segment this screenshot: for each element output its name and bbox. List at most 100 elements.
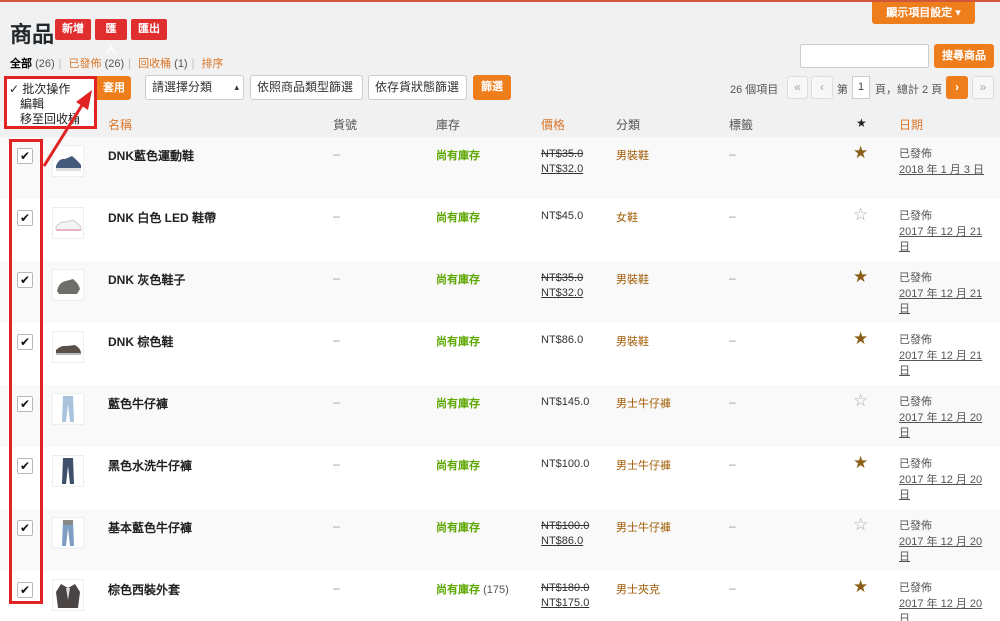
row-checkbox[interactable]: ✔ xyxy=(17,520,33,536)
sale-price: NT$175.0 xyxy=(541,597,590,609)
product-thumbnail[interactable] xyxy=(52,331,84,363)
product-category-link[interactable]: 男士牛仔褲 xyxy=(616,457,671,473)
table-row: ✔ DNK 白色 LED 鞋帶 – 尚有庫存 NT$45.0 女鞋 – ☆ 已發佈 2017 年… xyxy=(0,199,1000,261)
product-price: NT$100.0 xyxy=(541,457,589,472)
featured-star-icon[interactable]: ☆ xyxy=(853,516,868,534)
next-page-button[interactable]: › xyxy=(946,76,968,99)
product-category-link[interactable]: 男士牛仔褲 xyxy=(616,519,671,535)
stock-status-text: 尚有庫存 xyxy=(436,274,480,286)
table-row: ✔ DNK 灰色鞋子 – 尚有庫存 NT$35.0 NT$32.0 男裝鞋 – ★ 已發佈 201… xyxy=(0,261,1000,323)
row-checkbox[interactable]: ✔ xyxy=(17,582,33,598)
featured-star-icon[interactable]: ★ xyxy=(853,454,868,472)
product-name-link[interactable]: DNK 棕色鞋 xyxy=(108,333,173,350)
product-thumbnail[interactable] xyxy=(52,207,84,239)
stock-status: 尚有庫存 xyxy=(436,333,480,349)
row-checkbox[interactable]: ✔ xyxy=(17,148,33,164)
sale-price: NT$32.0 xyxy=(541,163,584,175)
product-category-link[interactable]: 男裝鞋 xyxy=(616,271,649,287)
stock-status-text: 尚有庫存 xyxy=(436,150,480,162)
view-published-link[interactable]: 已發佈 xyxy=(69,58,102,70)
col-date[interactable]: 日期 xyxy=(899,116,923,133)
featured-star-icon[interactable]: ☆ xyxy=(853,392,868,410)
row-checkbox[interactable]: ✔ xyxy=(17,334,33,350)
publish-date: 2017 年 12 月 20 日 xyxy=(899,411,983,440)
publish-status: 已發佈 xyxy=(899,396,932,408)
view-all-link[interactable]: 全部 xyxy=(10,58,32,70)
current-page-input[interactable]: 1 xyxy=(852,76,870,99)
product-name-link[interactable]: DNK 白色 LED 鞋帶 xyxy=(108,209,216,226)
category-select[interactable]: 請選擇分類 ▴ xyxy=(145,75,244,100)
filter-button[interactable]: 篩選 xyxy=(473,75,511,100)
product-thumbnail[interactable] xyxy=(52,455,84,487)
publish-date: 2017 年 12 月 20 日 xyxy=(899,597,983,621)
screen-options-button[interactable]: 顯示項目設定 ▾ xyxy=(872,2,975,24)
top-accent-line xyxy=(0,0,1000,2)
add-product-button[interactable]: 新增 xyxy=(55,19,91,40)
product-tags: – xyxy=(729,271,736,285)
product-type-select-value: 依照商品類型篩選 xyxy=(257,80,354,94)
publish-status: 已發佈 xyxy=(899,334,932,346)
product-category-link[interactable]: 男士牛仔褲 xyxy=(616,395,671,411)
product-category-link[interactable]: 男裝鞋 xyxy=(616,147,649,163)
product-price: NT$45.0 xyxy=(541,209,583,224)
stock-qty: (175) xyxy=(483,584,509,596)
product-name-link[interactable]: 棕色西裝外套 xyxy=(108,581,180,598)
row-checkbox[interactable]: ✔ xyxy=(17,272,33,288)
featured-star-icon[interactable]: ☆ xyxy=(853,206,868,224)
search-input[interactable] xyxy=(800,44,929,68)
product-type-select[interactable]: 依照商品類型篩選 xyxy=(250,75,363,100)
first-page-button[interactable]: « xyxy=(787,76,808,99)
price-value: NT$145.0 xyxy=(541,396,590,408)
col-sku[interactable]: 貨號 xyxy=(333,116,357,133)
row-checkbox[interactable]: ✔ xyxy=(17,458,33,474)
row-checkbox[interactable]: ✔ xyxy=(17,396,33,412)
product-sku: – xyxy=(333,457,340,471)
product-tags: – xyxy=(729,519,736,533)
product-name-link[interactable]: 基本藍色牛仔褲 xyxy=(108,519,192,536)
publish-status: 已發佈 xyxy=(899,458,932,470)
product-date: 已發佈 2017 年 12 月 21 日 xyxy=(899,209,994,256)
search-products-button[interactable]: 搜尋商品 xyxy=(934,44,994,68)
product-name-link[interactable]: DNK藍色運動鞋 xyxy=(108,147,194,164)
row-checkbox[interactable]: ✔ xyxy=(17,210,33,226)
product-thumbnail[interactable] xyxy=(52,269,84,301)
stock-status: 尚有庫存 xyxy=(436,209,480,225)
stock-status-text: 尚有庫存 xyxy=(436,212,480,224)
product-price: NT$145.0 xyxy=(541,395,589,410)
product-date: 已發佈 2017 年 12 月 20 日 xyxy=(899,395,994,442)
product-category-link[interactable]: 女鞋 xyxy=(616,209,638,225)
col-price[interactable]: 價格 xyxy=(541,116,565,133)
view-trash-count: (1) xyxy=(174,58,188,70)
product-tags: – xyxy=(729,147,736,161)
featured-star-icon[interactable]: ★ xyxy=(853,578,868,596)
product-name-link[interactable]: 黑色水洗牛仔褲 xyxy=(108,457,192,474)
product-sku: – xyxy=(333,333,340,347)
product-thumbnail[interactable] xyxy=(52,579,84,611)
import-button[interactable]: 匯入 xyxy=(95,19,127,56)
featured-star-icon[interactable]: ★ xyxy=(853,268,868,286)
export-button[interactable]: 匯出 xyxy=(131,19,167,40)
product-date: 已發佈 2017 年 12 月 20 日 xyxy=(899,581,994,621)
last-page-button[interactable]: » xyxy=(972,76,994,99)
product-price: NT$35.0 NT$32.0 xyxy=(541,147,583,177)
view-trash-link[interactable]: 回收桶 xyxy=(138,58,171,70)
product-category-link[interactable]: 男裝鞋 xyxy=(616,333,649,349)
prev-page-button[interactable]: ‹ xyxy=(811,76,833,99)
featured-star-icon[interactable]: ★ xyxy=(853,144,868,162)
product-category-link[interactable]: 男士夾克 xyxy=(616,581,660,597)
view-sort-link[interactable]: 排序 xyxy=(202,58,224,70)
stock-status-text: 尚有庫存 xyxy=(436,336,480,348)
product-thumbnail[interactable] xyxy=(52,393,84,425)
stock-status-select[interactable]: 依存貨狀態篩選 xyxy=(368,75,467,100)
product-name-link[interactable]: 藍色牛仔褲 xyxy=(108,395,168,412)
col-featured[interactable]: ★ xyxy=(856,116,867,130)
product-name-link[interactable]: DNK 灰色鞋子 xyxy=(108,271,185,288)
product-sku: – xyxy=(333,147,340,161)
featured-star-icon[interactable]: ★ xyxy=(853,330,868,348)
regular-price: NT$180.0 xyxy=(541,582,590,594)
select-arrows-icon: ▴ xyxy=(234,82,239,92)
product-tags: – xyxy=(729,209,736,223)
product-thumbnail[interactable] xyxy=(52,517,84,549)
col-name[interactable]: 名稱 xyxy=(108,116,132,133)
publish-date: 2017 年 12 月 21 日 xyxy=(899,225,983,254)
